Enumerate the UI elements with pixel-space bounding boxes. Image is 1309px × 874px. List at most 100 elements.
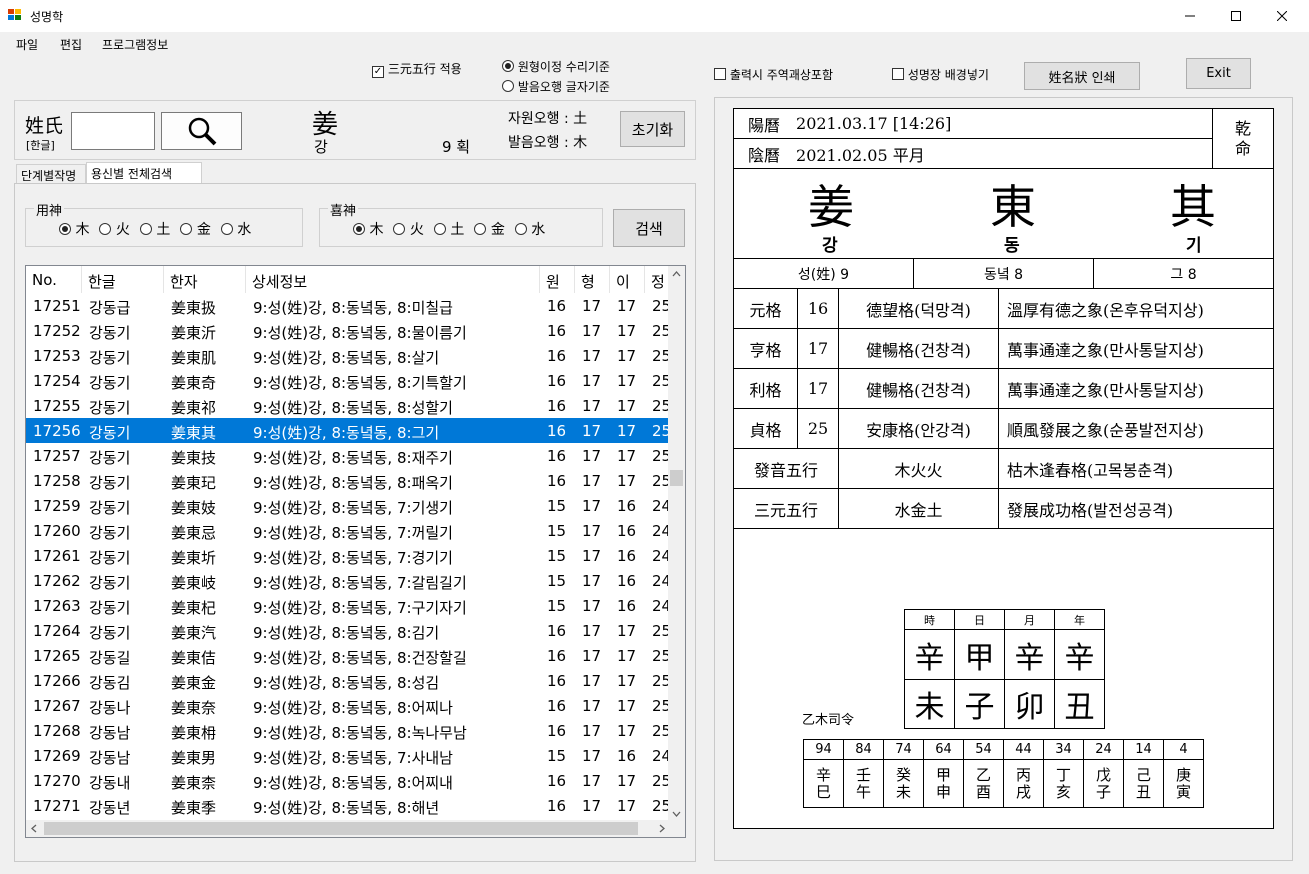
table-row[interactable]: 17253 강동기 姜東肌 9:성(姓)강, 8:동녘동, 8:살기 16 17 17 25	[26, 343, 671, 368]
huisin-option-earth[interactable]: 土	[433, 219, 464, 239]
table-cell: 강동기	[89, 374, 131, 392]
menu-program-info[interactable]: 프로그램정보	[102, 36, 168, 53]
print-juyeok-checkbox[interactable]: 출력시 주역괘상포함	[714, 66, 833, 83]
results-grid[interactable]: No. 한글 한자 상세정보 원 형 이 정 17251 강동급 姜東扱 9:성(姓)…	[25, 265, 686, 838]
table-row[interactable]: 17254 강동기 姜東奇 9:성(姓)강, 8:동녘동, 8:기특할기 16 17 17 2…	[26, 368, 671, 393]
reset-button[interactable]: 초기화	[620, 111, 685, 147]
saju-header-cell: 時	[904, 609, 955, 630]
name-char-1: 姜	[808, 180, 854, 234]
yongsin-option-wood[interactable]: 木	[59, 219, 89, 239]
table-cell: 姜東肌	[171, 349, 217, 367]
table-row[interactable]: 17260 강동기 姜東忌 9:성(姓)강, 8:동녘동, 7:꺼릴기 15 17 16 24	[26, 518, 671, 543]
print-button[interactable]: 姓名狀 인쇄	[1024, 62, 1140, 90]
menu-edit[interactable]: 편집	[60, 36, 82, 53]
exit-button[interactable]: Exit	[1186, 58, 1251, 89]
background-checkbox[interactable]: 성명장 배경넣기	[892, 66, 989, 83]
table-row[interactable]: 17270 강동내 姜東柰 9:성(姓)강, 8:동녘동, 8:어찌내 16 17 17 25	[26, 768, 671, 793]
search-surname-button[interactable]	[161, 112, 242, 150]
radio-icon	[502, 80, 514, 92]
table-cell: 姜東沂	[171, 324, 217, 342]
table-cell: 17254	[33, 372, 81, 390]
column-header[interactable]: 원	[540, 266, 575, 293]
table-row[interactable]: 17263 강동기 姜東杞 9:성(姓)강, 8:동녘동, 7:구기자기 15 17 16 2…	[26, 593, 671, 618]
table-cell: 16	[547, 772, 567, 790]
table-cell: 9:성(姓)강, 8:동녘동, 8:미칠급	[253, 299, 453, 317]
radio-icon	[139, 223, 152, 235]
table-row[interactable]: 17259 강동기 姜東妓 9:성(姓)강, 8:동녘동, 7:기생기 15 17 16 24	[26, 493, 671, 518]
scroll-up-icon[interactable]	[668, 266, 685, 283]
minimize-button[interactable]	[1167, 0, 1213, 32]
huisin-option-metal[interactable]: 金	[474, 219, 505, 239]
radio-selected-icon	[502, 60, 514, 72]
huisin-option-label: 金	[490, 222, 505, 238]
maximize-button[interactable]	[1213, 0, 1259, 32]
samwon-checkbox[interactable]: ✓ 三元五行 적용	[372, 60, 462, 78]
table-row[interactable]: 17256 강동기 姜東其 9:성(姓)강, 8:동녘동, 8:그기 16 17 17 25	[26, 418, 671, 443]
table-cell: 강동기	[89, 624, 131, 642]
table-cell: 17	[582, 747, 602, 765]
horizontal-scrollbar[interactable]	[26, 820, 685, 837]
table-row[interactable]: 17264 강동기 姜東汽 9:성(姓)강, 8:동녘동, 8:김기 16 17 17 25	[26, 618, 671, 643]
daeun-pillar-cell: 庚寅	[1163, 759, 1204, 808]
scroll-left-icon[interactable]	[26, 820, 43, 837]
saju-pillar-cell: 未	[904, 679, 955, 729]
yongsin-option-metal[interactable]: 金	[180, 219, 211, 239]
column-header[interactable]: 형	[575, 266, 610, 293]
yongsin-option-earth[interactable]: 土	[139, 219, 170, 239]
column-header[interactable]: No.	[26, 266, 82, 293]
table-row[interactable]: 17265 강동길 姜東佶 9:성(姓)강, 8:동녘동, 8:건장할길 16 17 17 2…	[26, 643, 671, 668]
table-row[interactable]: 17262 강동기 姜東岐 9:성(姓)강, 8:동녘동, 7:갈림길기 15 17 16 2…	[26, 568, 671, 593]
table-row[interactable]: 17268 강동남 姜東枏 9:성(姓)강, 8:동녘동, 8:녹나무남 16 17 17 2…	[26, 718, 671, 743]
yongsin-option-fire[interactable]: 火	[99, 219, 130, 239]
table-row[interactable]: 17252 강동기 姜東沂 9:성(姓)강, 8:동녘동, 8:물이름기 16 17 17 2…	[26, 318, 671, 343]
daeun-pillar-cell: 癸未	[883, 759, 924, 808]
huisin-option-fire[interactable]: 火	[393, 219, 424, 239]
table-cell: 17257	[33, 447, 81, 465]
yongsin-options: 木 火 土 金 水	[59, 219, 261, 239]
column-header[interactable]: 이	[610, 266, 645, 293]
hscroll-thumb[interactable]	[44, 822, 638, 835]
huisin-option-wood[interactable]: 木	[353, 219, 383, 239]
surname-input[interactable]	[71, 112, 155, 150]
table-row[interactable]: 17257 강동기 姜東技 9:성(姓)강, 8:동녘동, 8:재주기 16 17 17 25	[26, 443, 671, 468]
table-row[interactable]: 17258 강동기 姜東玘 9:성(姓)강, 8:동녘동, 8:패옥기 16 17 17 25	[26, 468, 671, 493]
radio-icon	[514, 223, 527, 235]
table-cell: 16	[547, 397, 567, 415]
search-button[interactable]: 검색	[613, 209, 685, 247]
close-button[interactable]	[1259, 0, 1305, 32]
table-row[interactable]: 17266 강동김 姜東金 9:성(姓)강, 8:동녘동, 8:성김 16 17 17 25	[26, 668, 671, 693]
table-cell: 姜東奇	[171, 374, 217, 392]
table-row[interactable]: 17261 강동기 姜東圻 9:성(姓)강, 8:동녘동, 7:경기기 15 17 16 24	[26, 543, 671, 568]
vertical-scrollbar[interactable]	[668, 266, 685, 822]
table-cell: 9:성(姓)강, 8:동녘동, 8:해년	[253, 799, 440, 817]
wonhyeong-radio[interactable]: 원형이정 수리기준	[502, 58, 610, 75]
table-cell: 17	[617, 722, 637, 740]
baleum-radio[interactable]: 발음오행 글자기준	[502, 78, 610, 95]
table-cell: 17	[617, 472, 637, 490]
column-header[interactable]: 한자	[164, 266, 246, 293]
scroll-right-icon[interactable]	[653, 820, 670, 837]
column-header[interactable]: 한글	[82, 266, 164, 293]
huisin-option-label: 木	[369, 222, 384, 238]
table-cell: 姜東祁	[171, 399, 217, 417]
daeun-branch: 巳	[815, 782, 831, 801]
table-row[interactable]: 17269 강동남 姜東男 9:성(姓)강, 8:동녘동, 7:사내남 15 17 16 24	[26, 743, 671, 768]
scroll-thumb[interactable]	[670, 470, 683, 486]
name-hangul-2: 동	[1004, 236, 1020, 256]
tab-yongsin-search[interactable]: 용신별 전체검색	[86, 162, 202, 184]
table-row[interactable]: 17271 강동년 姜東季 9:성(姓)강, 8:동녘동, 8:해년 16 17 17 25	[26, 793, 671, 818]
huisin-option-water[interactable]: 水	[514, 219, 545, 239]
column-header[interactable]: 상세정보	[246, 266, 540, 293]
tab-step-naming[interactable]: 단계별작명	[16, 164, 86, 184]
yongsin-option-water[interactable]: 水	[220, 219, 251, 239]
samwon-label: 三元五行 적용	[387, 62, 462, 76]
huisin-option-label: 火	[409, 222, 424, 238]
table-cell: 15	[547, 547, 567, 565]
table-cell: 17	[582, 497, 602, 515]
table-cell: 강동기	[89, 349, 131, 367]
menu-file[interactable]: 파일	[16, 36, 38, 53]
table-row[interactable]: 17251 강동급 姜東扱 9:성(姓)강, 8:동녘동, 8:미칠급 16 17 17 25	[26, 293, 671, 318]
table-row[interactable]: 17255 강동기 姜東祁 9:성(姓)강, 8:동녘동, 8:성할기 16 17 17 25	[26, 393, 671, 418]
table-row[interactable]: 17267 강동나 姜東奈 9:성(姓)강, 8:동녘동, 8:어찌나 16 17 17 25	[26, 693, 671, 718]
table-cell: 17270	[33, 772, 81, 790]
